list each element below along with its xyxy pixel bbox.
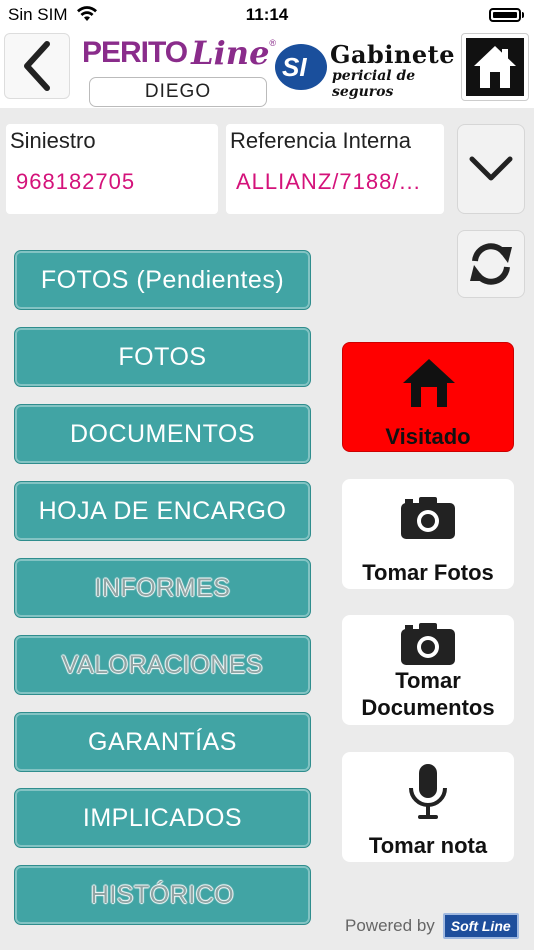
hoja-de-encargo-button[interactable]: HOJA DE ENCARGO: [14, 481, 311, 541]
tomar-documentos-label-line2: Documentos: [361, 695, 495, 720]
tomar-nota-label: Tomar nota: [368, 833, 488, 858]
softline-logo: Soft Line: [442, 913, 519, 939]
tomar-nota-button[interactable]: Tomar nota: [342, 752, 514, 862]
tomar-fotos-button[interactable]: Tomar Fotos: [342, 479, 514, 589]
svg-text:SI: SI: [282, 52, 307, 82]
informes-button[interactable]: INFORMES: [14, 558, 311, 618]
tomar-documentos-button[interactable]: Tomar Documentos: [342, 615, 514, 725]
camera-icon: [401, 623, 455, 665]
fotos-button[interactable]: FOTOS: [14, 327, 311, 387]
home-icon: [466, 38, 524, 96]
home-button[interactable]: [461, 33, 529, 101]
visitado-label: Visitado: [385, 424, 471, 449]
house-icon: [403, 359, 455, 407]
valoraciones-button[interactable]: VALORACIONES: [14, 635, 311, 695]
footer: Powered by Soft Line: [345, 913, 519, 939]
peritoline-logo: PERITO Line ®: [82, 34, 277, 72]
historico-button[interactable]: HISTÓRICO: [14, 865, 311, 925]
refresh-icon: [470, 243, 512, 285]
battery-icon: [489, 8, 521, 22]
powered-by-label: Powered by: [345, 916, 435, 935]
siniestro-value: 968182705: [16, 169, 136, 194]
back-button[interactable]: [4, 33, 70, 99]
siniestro-field: Siniestro 968182705: [6, 124, 218, 214]
garantias-button[interactable]: GARANTÍAS: [14, 712, 311, 772]
si-logo-icon: SI: [275, 44, 327, 90]
tomar-fotos-label: Tomar Fotos: [362, 560, 494, 585]
user-name-badge: DIEGO: [89, 77, 267, 107]
chevron-down-icon: [469, 156, 513, 181]
camera-icon: [401, 497, 455, 539]
referencia-field: Referencia Interna ALLIANZ/7188/...: [226, 124, 444, 214]
status-bar: Sin SIM 11:14: [0, 0, 534, 30]
expand-button[interactable]: [457, 124, 525, 214]
fotos-pendientes-button[interactable]: FOTOS (Pendientes): [14, 250, 311, 310]
referencia-label: Referencia Interna: [230, 128, 411, 153]
chevron-left-icon: [24, 41, 50, 91]
documentos-button[interactable]: DOCUMENTOS: [14, 404, 311, 464]
implicados-button[interactable]: IMPLICADOS: [14, 788, 311, 848]
tomar-documentos-label-line1: Tomar: [395, 668, 461, 693]
referencia-value: ALLIANZ/7188/...: [236, 169, 421, 194]
refresh-button[interactable]: [457, 230, 525, 298]
siniestro-label: Siniestro: [10, 128, 96, 153]
visitado-button[interactable]: Visitado: [342, 342, 514, 452]
clock: 11:14: [245, 5, 289, 24]
microphone-icon: [409, 764, 447, 819]
gabinete-logo: SI Gabinete pericial de seguros: [274, 40, 456, 100]
